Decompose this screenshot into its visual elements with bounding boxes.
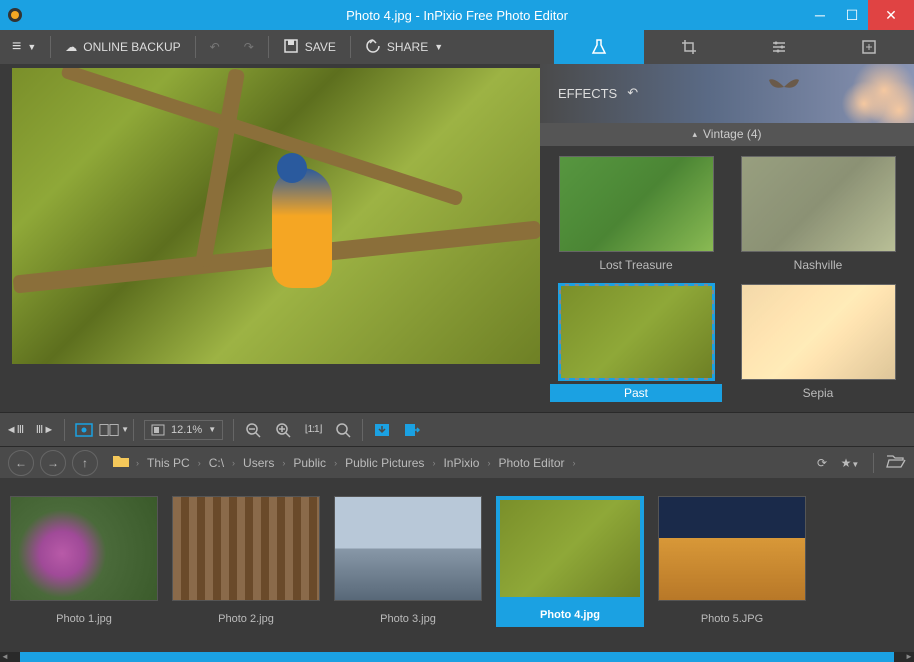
close-button[interactable]: ✕ [868, 0, 914, 30]
prev-arrows-button[interactable]: ◄Ⅲ [0, 415, 30, 445]
tab-effects[interactable] [554, 30, 644, 64]
split-view-button[interactable]: ▼ [99, 415, 129, 445]
frame-icon [860, 38, 878, 56]
nav-back-button[interactable]: ← [8, 450, 34, 476]
browser-item[interactable]: Photo 1.jpg [10, 496, 158, 627]
folder-icon [112, 454, 130, 471]
zoom-out-button[interactable] [238, 415, 268, 445]
share-icon [365, 38, 381, 57]
app-icon [0, 0, 30, 30]
save-button[interactable]: SAVE [271, 30, 348, 64]
flask-icon [590, 38, 608, 56]
browser-item[interactable]: Photo 4.jpg [496, 496, 644, 627]
refresh-button[interactable]: ⟳ [811, 456, 833, 470]
effects-category[interactable]: ▴ Vintage (4) [540, 123, 914, 146]
browser-item[interactable]: Photo 2.jpg [172, 496, 320, 627]
sliders-icon [770, 38, 788, 56]
breadcrumb[interactable]: › This PC› C:\› Users› Public› Public Pi… [136, 456, 805, 470]
main-image[interactable] [12, 68, 540, 364]
breadcrumb-bar: ← → ↑ › This PC› C:\› Users› Public› Pub… [0, 446, 914, 478]
effect-past[interactable]: Past [550, 284, 722, 402]
crop-icon [680, 38, 698, 56]
tab-adjust[interactable] [734, 30, 824, 64]
nav-forward-button[interactable]: → [40, 450, 66, 476]
tab-crop[interactable] [644, 30, 734, 64]
single-view-button[interactable] [69, 415, 99, 445]
browser-item[interactable]: Photo 5.JPG [658, 496, 806, 627]
butterfly-decoration [764, 72, 804, 102]
next-arrows-button[interactable]: Ⅲ► [30, 415, 60, 445]
window-title: Photo 4.jpg - InPixio Free Photo Editor [346, 8, 568, 23]
main-toolbar: ≡▼ ☁ ONLINE BACKUP ↶ ↷ SAVE SHARE ▼ [0, 30, 914, 64]
menu-button[interactable]: ≡▼ [0, 30, 48, 64]
open-folder-button[interactable] [886, 454, 906, 471]
effects-thumbnails: Lost Treasure Nashville Past Sepia [540, 146, 914, 412]
tab-frames[interactable] [824, 30, 914, 64]
titlebar: Photo 4.jpg - InPixio Free Photo Editor … [0, 0, 914, 30]
horizontal-scrollbar[interactable]: ◄ ► [0, 652, 914, 662]
fit-icon [151, 424, 165, 436]
redo-button[interactable]: ↷ [232, 30, 266, 64]
zoom-in-button[interactable] [268, 415, 298, 445]
maximize-button[interactable]: ☐ [836, 0, 868, 30]
file-browser: Photo 1.jpg Photo 2.jpg Photo 3.jpg Phot… [0, 478, 914, 652]
online-backup-button[interactable]: ☁ ONLINE BACKUP [53, 30, 192, 64]
undo-effects-icon[interactable]: ↶ [627, 85, 638, 101]
effect-nashville[interactable]: Nashville [732, 156, 904, 274]
zoom-100-button[interactable]: ⌊1:1⌋ [298, 415, 328, 445]
cloud-icon: ☁ [65, 40, 77, 54]
browser-item[interactable]: Photo 3.jpg [334, 496, 482, 627]
nav-up-button[interactable]: ↑ [72, 450, 98, 476]
canvas-area [0, 64, 540, 412]
effect-sepia[interactable]: Sepia [732, 284, 904, 402]
import-button[interactable] [367, 415, 397, 445]
effects-header: EFFECTS ↶ [540, 64, 914, 123]
export-button[interactable] [397, 415, 427, 445]
flowers-decoration [814, 64, 914, 123]
zoom-control[interactable]: 12.1% ▼ [144, 420, 223, 440]
favorite-button[interactable]: ★▼ [839, 456, 861, 470]
share-button[interactable]: SHARE ▼ [353, 30, 455, 64]
zoom-toolbar: ◄Ⅲ Ⅲ► ▼ 12.1% ▼ ⌊1:1⌋ [0, 412, 914, 446]
undo-button[interactable]: ↶ [198, 30, 232, 64]
side-panel: EFFECTS ↶ ▴ Vintage (4) Lost Treasure Na… [540, 64, 914, 412]
save-icon [283, 38, 299, 57]
chevron-up-icon: ▴ [692, 129, 697, 140]
zoom-fit-button[interactable] [328, 415, 358, 445]
minimize-button[interactable]: ─ [804, 0, 836, 30]
effect-lost-treasure[interactable]: Lost Treasure [550, 156, 722, 274]
